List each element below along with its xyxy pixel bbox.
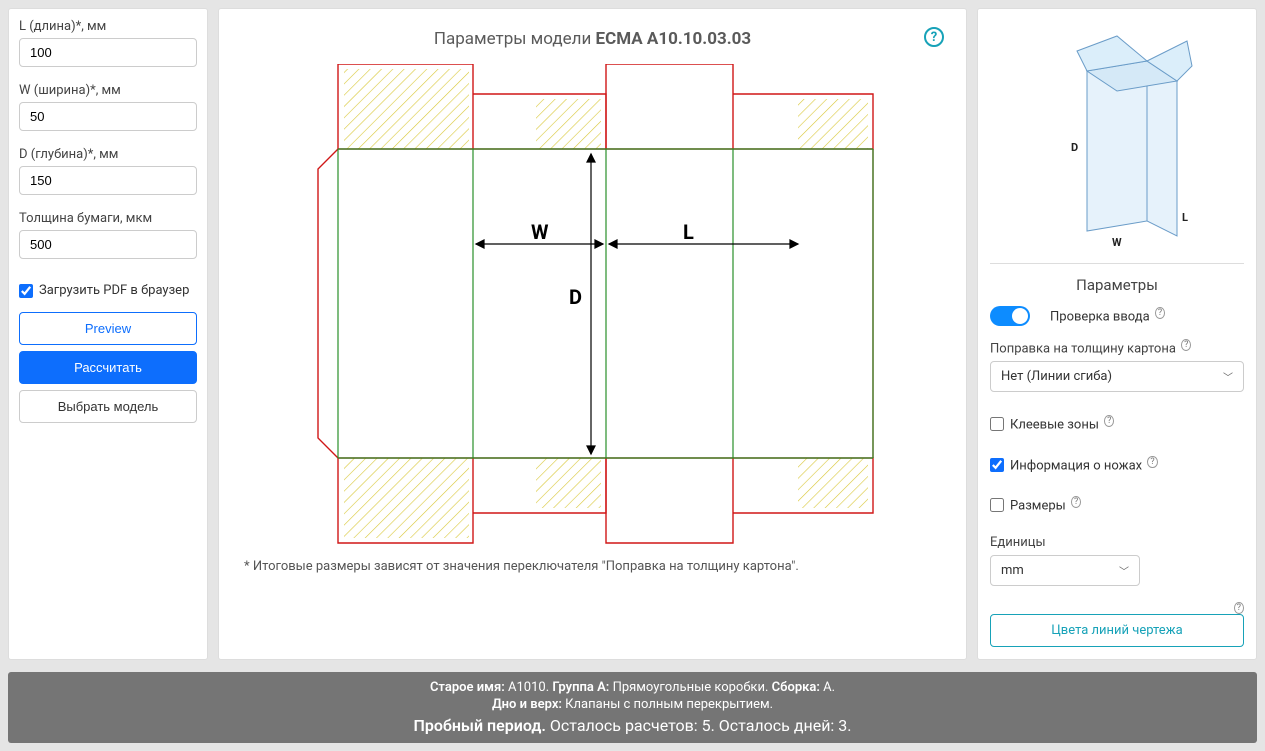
- field-depth: D (глубина)*, мм: [19, 147, 197, 195]
- pdf-checkbox-label: Загрузить PDF в браузер: [39, 283, 189, 298]
- field-thickness: Толщина бумаги, мкм: [19, 211, 197, 259]
- chevron-down-icon: ﹀: [1223, 369, 1233, 384]
- thickness-corr-value: Нет (Линии сгиба): [1001, 369, 1112, 384]
- right-panel: D L W Параметры Проверка ввода ? Поправк…: [977, 8, 1257, 660]
- sizes-label: Размеры ?: [1010, 497, 1081, 513]
- depth-label: D (глубина)*, мм: [19, 147, 197, 162]
- input-check-toggle[interactable]: [990, 306, 1030, 326]
- units-value: mm: [1001, 563, 1024, 578]
- chevron-down-icon: ﹀: [1119, 563, 1129, 578]
- toggle-label: Проверка ввода ?: [1050, 308, 1165, 324]
- preview-button[interactable]: Preview: [19, 312, 197, 345]
- calculate-button[interactable]: Рассчитать: [19, 351, 197, 384]
- footer-line1: Старое имя: A1010. Группа A: Прямоугольн…: [18, 680, 1247, 695]
- info-icon[interactable]: ?: [1181, 339, 1191, 351]
- depth-input[interactable]: [19, 166, 197, 195]
- field-length: L (длина)*, мм: [19, 19, 197, 67]
- width-label: W (ширина)*, мм: [19, 83, 197, 98]
- thickness-corr-select[interactable]: Нет (Линии сгиба) ﹀: [990, 361, 1244, 392]
- width-input[interactable]: [19, 102, 197, 131]
- axis-d: D: [1071, 141, 1078, 154]
- glue-label: Клеевые зоны ?: [1010, 416, 1114, 432]
- choose-model-button[interactable]: Выбрать модель: [19, 390, 197, 423]
- footer-bar: Старое имя: A1010. Группа A: Прямоугольн…: [8, 672, 1257, 743]
- info-icon[interactable]: ?: [1104, 415, 1114, 427]
- left-panel: L (длина)*, мм W (ширина)*, мм D (глубин…: [8, 8, 208, 660]
- sizes-row: Размеры ?: [990, 497, 1244, 513]
- page-title: Параметры модели ECMA A10.10.03.03: [244, 29, 941, 49]
- length-input[interactable]: [19, 38, 197, 67]
- dim-label-l: L: [683, 220, 694, 244]
- center-panel: ? Параметры модели ECMA A10.10.03.03: [218, 8, 967, 660]
- pdf-checkbox-row: Загрузить PDF в браузер: [19, 283, 197, 298]
- thickness-corr-label: Поправка на толщину картона ?: [990, 340, 1244, 356]
- footer-line3: Пробный период. Осталось расчетов: 5. Ос…: [18, 716, 1247, 735]
- help-icon[interactable]: ?: [924, 27, 944, 47]
- box-3d-preview: D L W: [1037, 21, 1197, 251]
- field-width: W (ширина)*, мм: [19, 83, 197, 131]
- thickness-label: Толщина бумаги, мкм: [19, 211, 197, 226]
- sizes-checkbox[interactable]: [990, 498, 1004, 512]
- footnote: * Итоговые размеры зависят от значения п…: [244, 559, 941, 574]
- dieline-diagram: W L D: [273, 64, 913, 544]
- title-model: ECMA A10.10.03.03: [596, 29, 752, 49]
- footer-line2: Дно и верх: Клапаны с полным перекрытием…: [18, 697, 1247, 712]
- length-label: L (длина)*, мм: [19, 19, 197, 34]
- dim-label-d: D: [569, 285, 582, 309]
- units-label: Единицы: [990, 535, 1244, 550]
- title-prefix: Параметры модели: [434, 29, 596, 49]
- knives-label: Информация о ножах ?: [1010, 457, 1158, 473]
- knives-checkbox[interactable]: [990, 458, 1004, 472]
- info-icon[interactable]: ?: [1234, 602, 1244, 614]
- units-select[interactable]: mm ﹀: [990, 555, 1140, 586]
- glue-row: Клеевые зоны ?: [990, 416, 1244, 432]
- thickness-input[interactable]: [19, 230, 197, 259]
- axis-w: W: [1112, 236, 1122, 249]
- colors-button[interactable]: Цвета линий чертежа: [990, 614, 1244, 647]
- params-heading: Параметры: [990, 276, 1244, 294]
- toggle-row: Проверка ввода ?: [990, 306, 1244, 326]
- info-icon[interactable]: ?: [1071, 496, 1081, 508]
- dim-label-w: W: [531, 220, 549, 244]
- info-icon[interactable]: ?: [1147, 456, 1157, 468]
- axis-l: L: [1182, 211, 1188, 224]
- pdf-checkbox[interactable]: [19, 284, 33, 298]
- knives-row: Информация о ножах ?: [990, 457, 1244, 473]
- info-icon[interactable]: ?: [1155, 307, 1165, 319]
- glue-checkbox[interactable]: [990, 417, 1004, 431]
- units-group: Единицы mm ﹀: [990, 535, 1244, 586]
